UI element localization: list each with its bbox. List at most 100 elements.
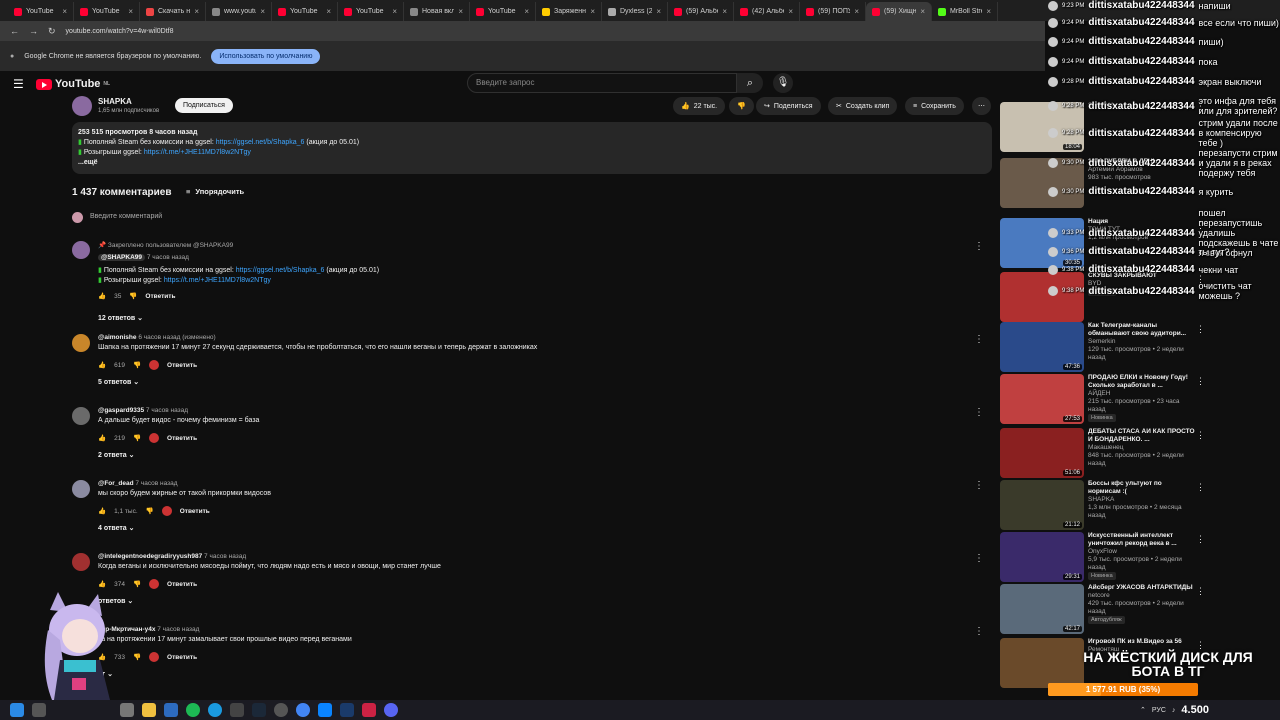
browser-tab[interactable]: MrBoll Strea × bbox=[932, 2, 998, 21]
tab-close-icon[interactable]: × bbox=[128, 7, 133, 16]
back-icon[interactable]: ← bbox=[10, 26, 19, 36]
subscribe-button[interactable]: Подписаться bbox=[175, 98, 233, 113]
channel-avatar[interactable] bbox=[72, 96, 92, 116]
video-menu-icon[interactable]: ⋮ bbox=[1196, 430, 1205, 441]
steam-icon[interactable] bbox=[252, 703, 266, 717]
replies-toggle[interactable]: 5 ответов ⌄ bbox=[98, 378, 139, 386]
replies-toggle[interactable]: 12 ответов ⌄ bbox=[98, 314, 143, 322]
browser-tab[interactable]: YouTube × bbox=[74, 2, 140, 21]
task-view-icon[interactable] bbox=[120, 703, 134, 717]
reload-icon[interactable]: ↻ bbox=[48, 26, 56, 37]
discord-icon[interactable] bbox=[384, 703, 398, 717]
vscode-icon[interactable] bbox=[340, 703, 354, 717]
dislike-comment-icon[interactable]: 👎 bbox=[133, 434, 141, 442]
comment-avatar[interactable] bbox=[72, 334, 90, 352]
browser-tab[interactable]: Новая вкла × bbox=[404, 2, 470, 21]
youtube-logo[interactable]: YouTube NL bbox=[36, 78, 110, 90]
chrome-taskbar-icon[interactable] bbox=[296, 703, 310, 717]
tab-close-icon[interactable]: × bbox=[788, 7, 793, 16]
video-channel[interactable]: SHAPKA bbox=[1088, 496, 1196, 504]
more-actions-button[interactable]: ⋯ bbox=[972, 97, 991, 115]
comment-author[interactable]: @aimonishe bbox=[98, 334, 137, 341]
browser-tab[interactable]: (42) Альбер × bbox=[734, 2, 800, 21]
explorer-icon[interactable] bbox=[142, 703, 156, 717]
browser-tab[interactable]: (59) ПОПУЛ × bbox=[800, 2, 866, 21]
comment-menu-icon[interactable]: ⋮ bbox=[974, 626, 984, 637]
obs-icon[interactable] bbox=[274, 703, 288, 717]
reply-button[interactable]: Ответить bbox=[145, 293, 175, 300]
reply-button[interactable]: Ответить bbox=[167, 581, 197, 588]
comment-author[interactable]: @intelegentnoedegradiryyush987 bbox=[98, 553, 202, 560]
search-input[interactable]: Введите запрос bbox=[467, 73, 737, 93]
browser-tab[interactable]: YouTube × bbox=[338, 2, 404, 21]
video-thumbnail[interactable]: 51:06 bbox=[1000, 428, 1084, 478]
comment-avatar[interactable] bbox=[72, 480, 90, 498]
comment-author[interactable]: @gaspard9335 bbox=[98, 407, 144, 414]
video-menu-icon[interactable]: ⋮ bbox=[1196, 324, 1205, 335]
browser-tab[interactable]: (59) Альбер × bbox=[668, 2, 734, 21]
video-menu-icon[interactable]: ⋮ bbox=[1196, 376, 1205, 387]
clip-button[interactable]: ✂ Создать клип bbox=[828, 97, 898, 115]
browser-tab[interactable]: Dyxless (20× bbox=[602, 2, 668, 21]
related-video[interactable]: 21:12 Боссы кфс ультуют по нормисам :(SHA… bbox=[1000, 480, 1205, 530]
video-description[interactable]: 253 515 просмотров 8 часов назад ▮ Попол… bbox=[72, 122, 992, 174]
comment-time[interactable]: 7 часов назад bbox=[147, 254, 189, 261]
dislike-comment-icon[interactable]: 👎 bbox=[133, 653, 141, 661]
tab-close-icon[interactable]: × bbox=[62, 7, 67, 16]
video-menu-icon[interactable]: ⋮ bbox=[1196, 586, 1205, 597]
comment-time[interactable]: 7 часов назад bbox=[146, 407, 188, 414]
tab-close-icon[interactable]: × bbox=[392, 7, 397, 16]
comment-time[interactable]: 7 часов назад bbox=[204, 553, 246, 560]
video-title[interactable]: Как Телеграм-каналы обманывают свою ауди… bbox=[1088, 322, 1196, 338]
tab-close-icon[interactable]: × bbox=[590, 7, 595, 16]
comment-avatar[interactable] bbox=[72, 553, 90, 571]
tab-close-icon[interactable]: × bbox=[326, 7, 331, 16]
dislike-button[interactable]: 👎 bbox=[729, 97, 754, 115]
related-video[interactable]: 47:36 Как Телеграм-каналы обманывают свою… bbox=[1000, 322, 1205, 372]
hamburger-menu-icon[interactable]: ☰ bbox=[13, 77, 24, 91]
video-title[interactable]: Искусственный интеллект уничтожил рекорд… bbox=[1088, 532, 1196, 548]
volume-icon[interactable]: ♪ bbox=[1172, 707, 1176, 714]
search-icon[interactable]: ⌕ bbox=[737, 73, 763, 93]
comment-avatar[interactable] bbox=[72, 241, 90, 259]
comment-author[interactable]: @SHAPKA99 bbox=[98, 254, 146, 261]
telegram-icon[interactable] bbox=[318, 703, 332, 717]
comment-menu-icon[interactable]: ⋮ bbox=[974, 553, 984, 564]
comment-avatar[interactable] bbox=[72, 407, 90, 425]
comment-author[interactable]: @For_dead bbox=[98, 480, 134, 487]
forward-icon[interactable]: → bbox=[29, 26, 38, 36]
ggsel-link[interactable]: https://ggsel.net/b/Shapka_6 bbox=[236, 267, 325, 274]
language-indicator[interactable]: РУС bbox=[1152, 707, 1166, 714]
like-comment-icon[interactable]: 👍 bbox=[98, 434, 106, 442]
video-thumbnail[interactable]: 42:17 bbox=[1000, 584, 1084, 634]
tab-close-icon[interactable]: × bbox=[458, 7, 463, 16]
video-title[interactable]: ДЕБАТЫ СТАСА АЙ КАК ПРОСТО И БОНДАРЕНКО.… bbox=[1088, 428, 1196, 444]
comment-menu-icon[interactable]: ⋮ bbox=[974, 241, 984, 252]
video-thumbnail[interactable]: 29:31 bbox=[1000, 532, 1084, 582]
reply-button[interactable]: Ответить bbox=[180, 508, 210, 515]
comment-time[interactable]: 7 часов назад bbox=[135, 480, 177, 487]
start-icon[interactable] bbox=[10, 703, 24, 717]
comment-menu-icon[interactable]: ⋮ bbox=[974, 334, 984, 345]
url-field[interactable]: youtube.com/watch?v=4w-wil0Dtf8 bbox=[66, 28, 174, 35]
reply-button[interactable]: Ответить bbox=[167, 654, 197, 661]
browser-tab[interactable]: Скачать на× bbox=[140, 2, 206, 21]
video-thumbnail[interactable]: 47:36 bbox=[1000, 322, 1084, 372]
reply-button[interactable]: Ответить bbox=[167, 435, 197, 442]
replies-toggle[interactable]: 4 ответа ⌄ bbox=[98, 524, 135, 532]
video-title[interactable]: ПРОДАЮ ЕЛКИ к Новому Году! Сколько зараб… bbox=[1088, 374, 1196, 390]
tab-close-icon[interactable]: × bbox=[986, 7, 991, 16]
ggsel-link[interactable]: https://ggsel.net/b/Shapka_6 bbox=[216, 139, 305, 146]
comment-menu-icon[interactable]: ⋮ bbox=[974, 407, 984, 418]
dislike-comment-icon[interactable]: 👎 bbox=[129, 292, 137, 300]
like-comment-icon[interactable]: 👍 bbox=[98, 292, 106, 300]
video-thumbnail[interactable]: 21:12 bbox=[1000, 480, 1084, 530]
like-comment-icon[interactable]: 👍 bbox=[98, 580, 106, 588]
video-channel[interactable]: OnyxFlow bbox=[1088, 548, 1196, 556]
tab-close-icon[interactable]: × bbox=[194, 7, 199, 16]
save-button[interactable]: ≡ Сохранить bbox=[905, 97, 964, 115]
browser-tab[interactable]: YouTube × bbox=[470, 2, 536, 21]
comment-time[interactable]: 7 часов назад bbox=[157, 626, 199, 633]
clock[interactable]: 4.500 bbox=[1181, 704, 1209, 716]
sort-comments-button[interactable]: ≡ Упорядочить bbox=[186, 187, 244, 196]
